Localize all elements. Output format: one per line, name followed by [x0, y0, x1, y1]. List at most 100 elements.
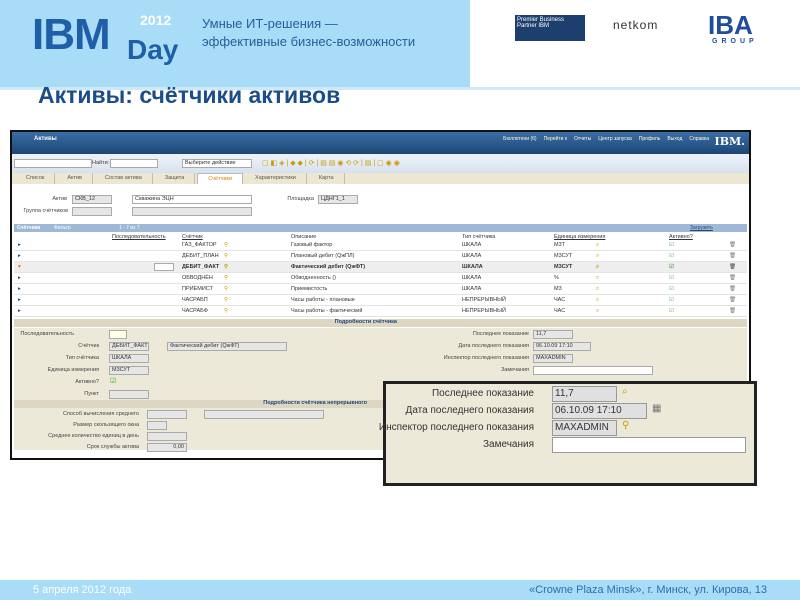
- trash-icon[interactable]: 🗑: [729, 242, 736, 248]
- tab-list[interactable]: Список: [16, 173, 56, 184]
- find-label: Найти:: [92, 160, 110, 166]
- toolbar-icons[interactable]: ▢ ◧ ◈ | ◆ ◆ | ⟳ | ▤ ▤ ◉ ⟲ ⟳ | ▤ | ▢ ◉ ◉: [262, 159, 400, 167]
- point-field[interactable]: [109, 390, 149, 399]
- calendar-icon[interactable]: ▦: [652, 403, 661, 414]
- lookup-icon[interactable]: ⚲: [622, 420, 629, 431]
- search-icon[interactable]: ⌕: [596, 242, 599, 249]
- meter-type-cell: ШКАЛА: [462, 264, 483, 270]
- query-select[interactable]: [14, 159, 92, 168]
- active-checkbox[interactable]: ☑: [669, 297, 674, 303]
- trash-icon[interactable]: 🗑: [729, 264, 736, 270]
- expand-row-icon[interactable]: ▸: [18, 242, 21, 248]
- nav-goto[interactable]: Перейти к: [544, 136, 567, 142]
- tab-safety[interactable]: Защита: [155, 173, 196, 184]
- inset-inspector-field[interactable]: MAXADMIN: [552, 420, 617, 436]
- last-date-field[interactable]: 06.10.09 17:10: [533, 342, 591, 351]
- inspector-field[interactable]: MAXADMIN: [533, 354, 573, 363]
- expand-row-icon[interactable]: ▸: [18, 297, 21, 303]
- search-icon[interactable]: ⌕: [596, 308, 599, 315]
- expand-row-icon[interactable]: ▾: [18, 264, 21, 270]
- expand-row-icon[interactable]: ▸: [18, 308, 21, 314]
- table-row[interactable]: ▸ ГАЗ_ФАКТОР ⚲ Газовый фактор ШКАЛА М3Т ⌕…: [14, 240, 747, 251]
- search-icon[interactable]: ⌕: [596, 264, 599, 271]
- active-checkbox[interactable]: ☑: [669, 308, 674, 314]
- table-row[interactable]: ▸ ЧАСРАБФ ⚲ Часы работы - фактический НЕП…: [14, 306, 747, 317]
- avg-per-day-label: Среднее количество единиц в день: [48, 433, 139, 439]
- trash-icon[interactable]: 🗑: [729, 286, 736, 292]
- active-checkbox[interactable]: ☑: [669, 253, 674, 259]
- download-link[interactable]: Загрузить: [690, 225, 713, 231]
- tab-meters[interactable]: Счётчики: [197, 173, 244, 184]
- tab-spare-parts[interactable]: Состав актива: [95, 173, 153, 184]
- meter-type-cell: ШКАЛА: [462, 253, 482, 259]
- lookup-icon[interactable]: ⚲: [224, 264, 228, 270]
- trash-icon[interactable]: 🗑: [729, 297, 736, 303]
- table-row[interactable]: ▸ ОБВОДНЁН ⚲ Обводненность () ШКАЛА % ⌕ ☑…: [14, 273, 747, 284]
- trash-icon[interactable]: 🗑: [729, 253, 736, 259]
- table-row[interactable]: ▸ ЧАСРАБП ⚲ Часы работы - плановые НЕПРЕР…: [14, 295, 747, 306]
- nav-profile[interactable]: Профиль: [639, 136, 661, 142]
- inset-remarks-field[interactable]: [552, 437, 746, 453]
- active-checkbox[interactable]: ☑: [669, 286, 674, 292]
- nav-logout[interactable]: Выход: [667, 136, 682, 142]
- asset-description-field[interactable]: Скважина ЭЦН: [132, 195, 252, 204]
- tab-asset[interactable]: Актив: [57, 173, 93, 184]
- tab-map[interactable]: Карта: [309, 173, 345, 184]
- nav-bulletins[interactable]: Бюллетени (6): [503, 136, 536, 142]
- lookup-icon[interactable]: ⚲: [224, 297, 228, 303]
- unit-label: Единица измерения: [47, 367, 99, 373]
- unit-field[interactable]: М3СУТ: [109, 366, 149, 375]
- lookup-icon[interactable]: ⚲: [224, 275, 228, 281]
- expand-row-icon[interactable]: ▸: [18, 286, 21, 292]
- asset-field[interactable]: СКВ_12: [72, 195, 112, 204]
- remarks-field[interactable]: [533, 366, 653, 375]
- active-checkbox[interactable]: ☑: [110, 377, 116, 385]
- nav-reports[interactable]: Отчеты: [574, 136, 591, 142]
- find-input[interactable]: [110, 159, 158, 168]
- trash-icon[interactable]: 🗑: [729, 308, 736, 314]
- table-row[interactable]: ▸ ДЕБИТ_ПЛАН ⚲ Плановый дебит (QжПЛ) ШКАЛ…: [14, 251, 747, 262]
- active-checkbox[interactable]: ☑: [669, 264, 674, 270]
- filter-button[interactable]: Фильтр: [54, 225, 71, 231]
- search-icon[interactable]: ⌕: [596, 253, 599, 260]
- expand-row-icon[interactable]: ▸: [18, 253, 21, 259]
- asset-life-field[interactable]: 0,00: [147, 443, 187, 452]
- search-icon[interactable]: ⌕: [622, 386, 628, 397]
- avg-method-description: [204, 410, 324, 419]
- logo-year: 2012: [140, 12, 172, 28]
- nav-help[interactable]: Справка: [689, 136, 709, 142]
- avg-per-day-field[interactable]: [147, 432, 187, 441]
- meter-type-cell: НЕПРЕРЫВНЫЙ: [462, 297, 506, 303]
- table-row[interactable]: ▸ ПРИЕМИСТ ⚲ Приемистость ШКАЛА М3 ⌕ ☑ 🗑: [14, 284, 747, 295]
- sequence-field[interactable]: [109, 330, 127, 339]
- site-field[interactable]: ЦДНГ1_1: [318, 195, 358, 204]
- nav-start-center[interactable]: Центр запуска: [598, 136, 632, 142]
- meter-details-header: Подробности счётчика: [14, 319, 747, 327]
- avg-method-field[interactable]: [147, 410, 187, 419]
- lookup-icon[interactable]: ⚲: [224, 308, 228, 314]
- inset-last-reading-label: Последнее показание: [431, 388, 534, 399]
- search-icon[interactable]: ⌕: [596, 275, 599, 282]
- app-title: Активы: [34, 136, 57, 142]
- meter-group-field[interactable]: [72, 207, 112, 216]
- search-icon[interactable]: ⌕: [596, 297, 599, 304]
- lookup-icon[interactable]: ⚲: [224, 253, 228, 259]
- table-row[interactable]: ▾ ДЕБИТ_ФАКТ ⚲ Фактический дебит (QжФТ) Ш…: [14, 262, 747, 273]
- window-size-field[interactable]: [147, 421, 167, 430]
- lookup-icon[interactable]: ⚲: [224, 286, 228, 292]
- search-icon[interactable]: ⌕: [596, 286, 599, 293]
- trash-icon[interactable]: 🗑: [729, 275, 736, 281]
- sequence-cell-input[interactable]: [154, 263, 174, 271]
- action-select[interactable]: Выберите действие: [182, 159, 252, 168]
- tagline-1: Умные ИТ-решения —: [202, 16, 338, 31]
- lookup-icon[interactable]: ⚲: [224, 242, 228, 248]
- inset-last-date-field[interactable]: 06.10.09 17:10: [552, 403, 647, 419]
- meter-field[interactable]: ДЕБИТ_ФАКТ: [109, 342, 149, 351]
- last-reading-field[interactable]: 11,7: [533, 330, 573, 339]
- tab-specifications[interactable]: Характеристики: [245, 173, 307, 184]
- active-checkbox[interactable]: ☑: [669, 242, 674, 248]
- expand-row-icon[interactable]: ▸: [18, 275, 21, 281]
- window-size-label: Размер скользящего окна: [73, 422, 139, 428]
- active-checkbox[interactable]: ☑: [669, 275, 674, 281]
- inset-last-reading-field[interactable]: 11,7: [552, 386, 617, 402]
